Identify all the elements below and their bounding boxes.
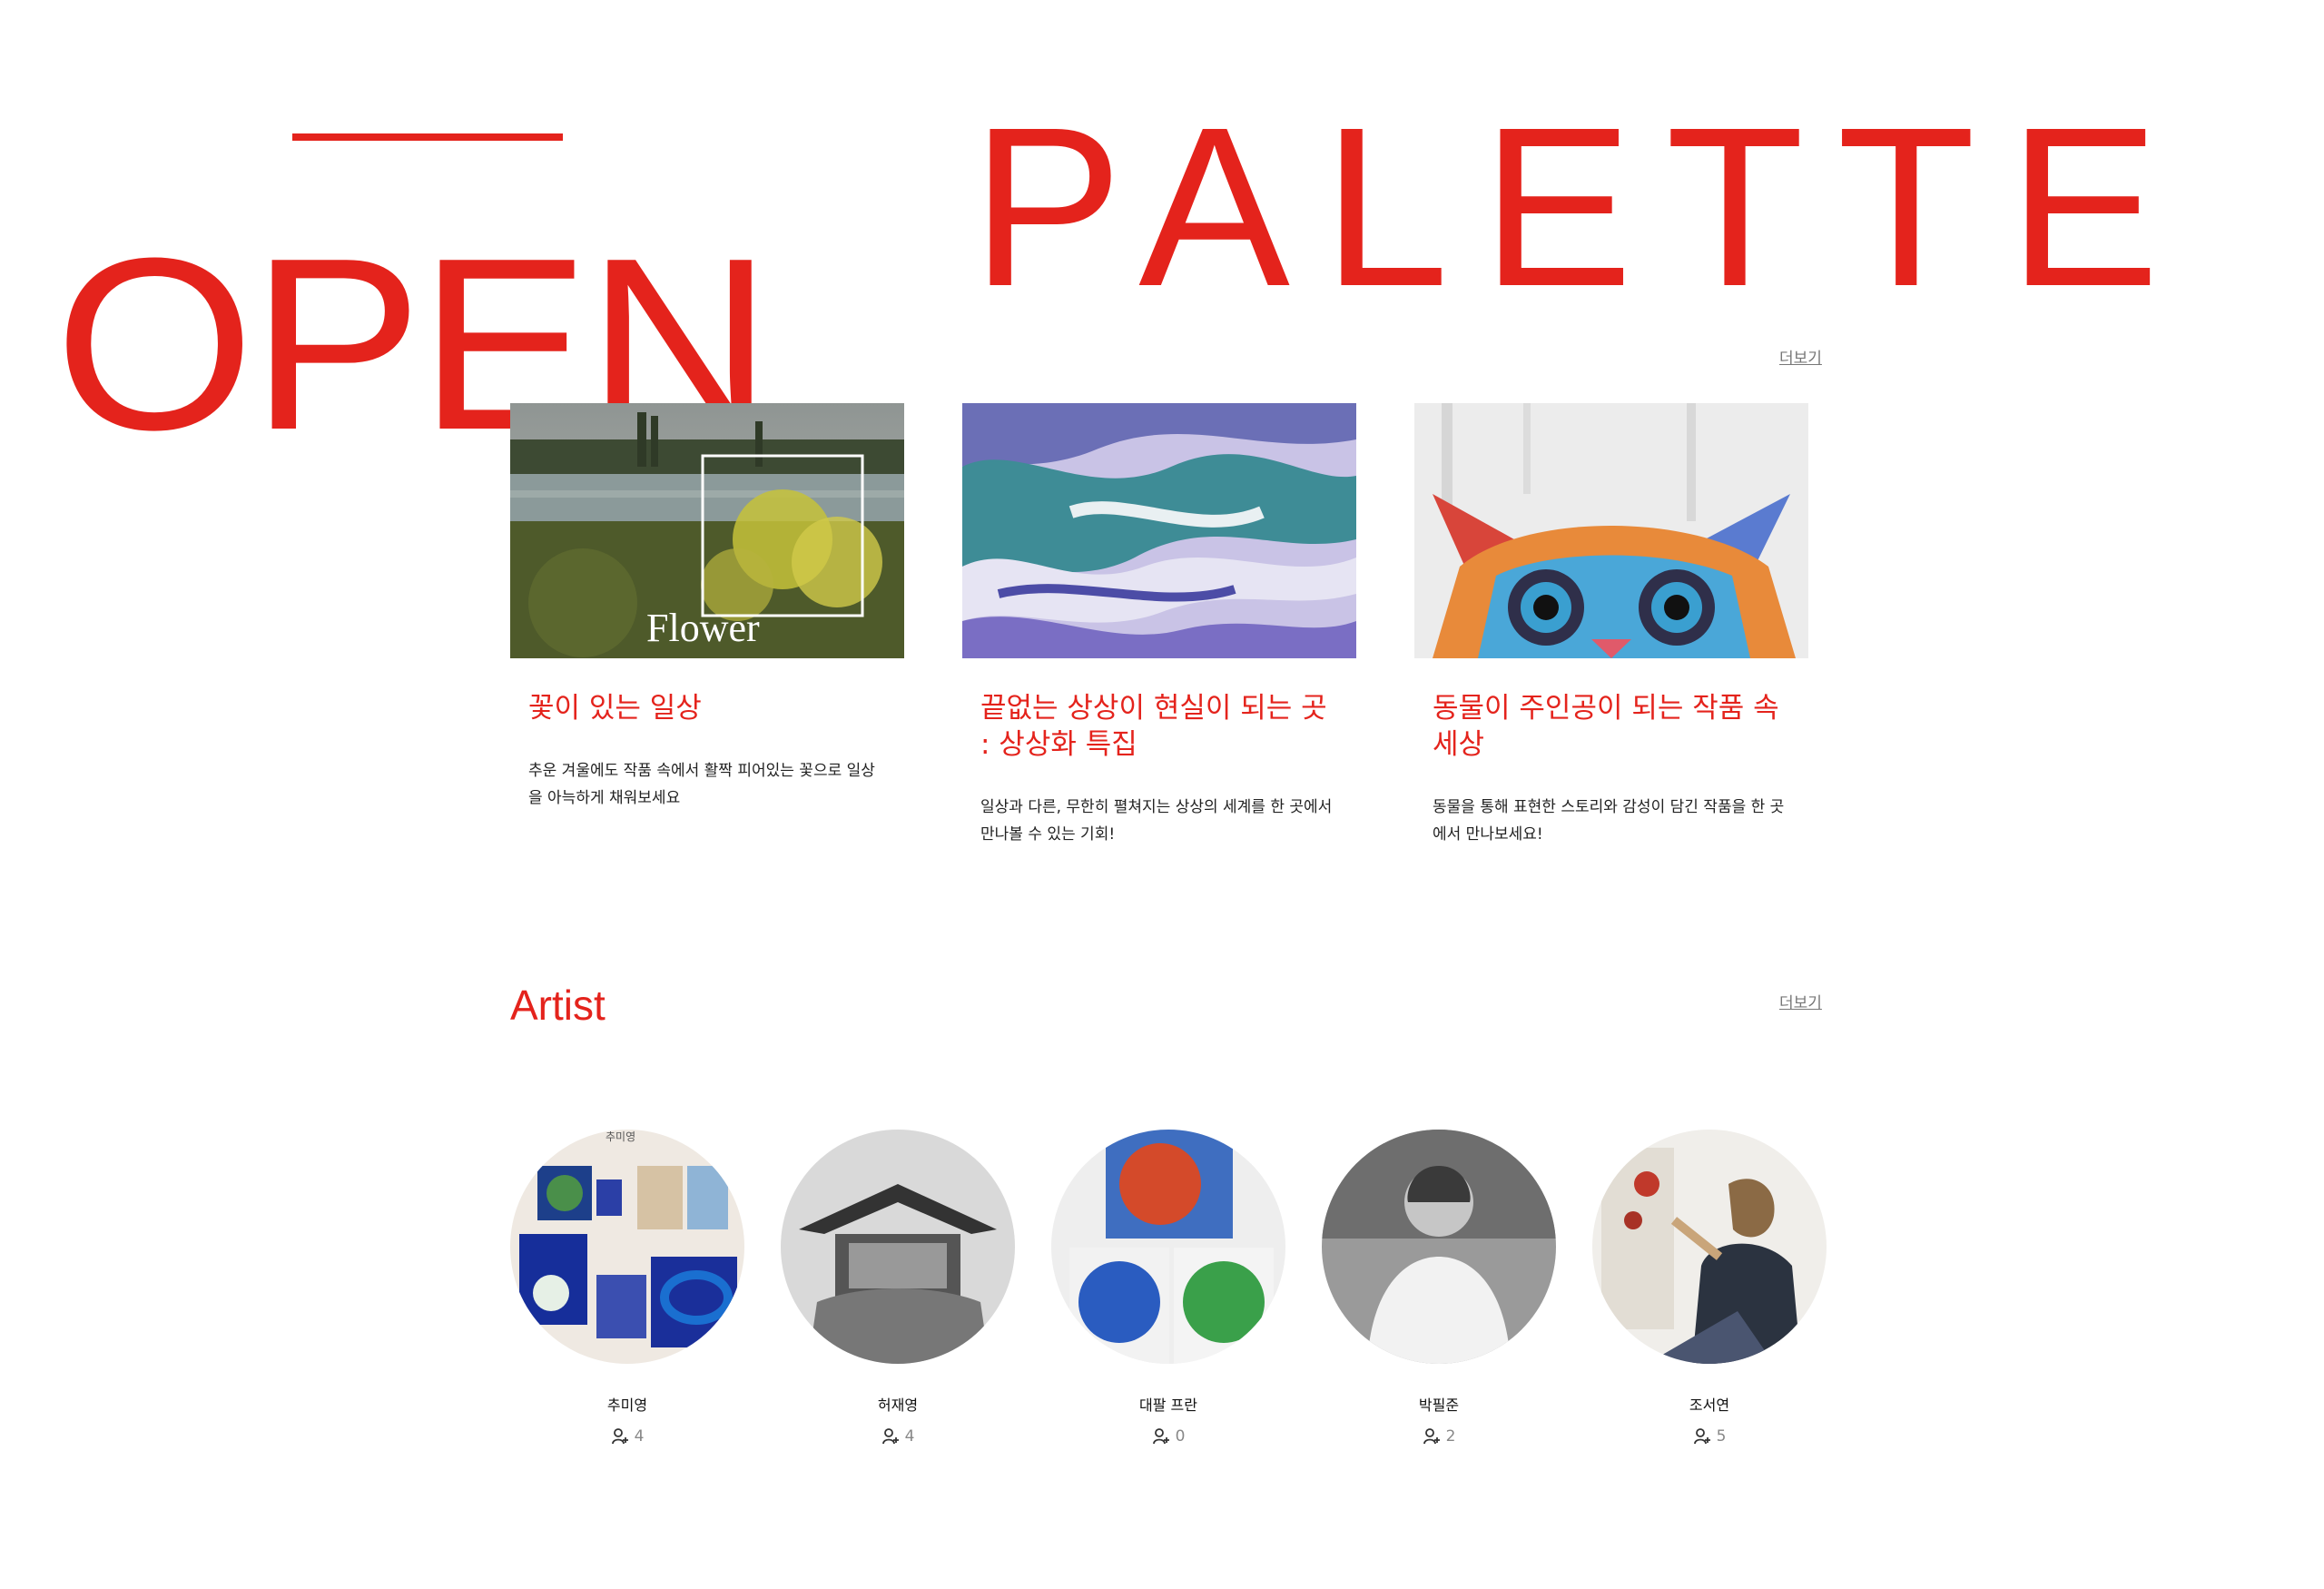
artist-name[interactable]: 허재영 [781, 1393, 1015, 1415]
person-plus-icon [611, 1428, 628, 1445]
artists-more-link[interactable]: 더보기 [1779, 990, 1822, 1012]
follower-count-value: 5 [1716, 1427, 1727, 1446]
follower-count-value: 2 [1445, 1427, 1456, 1446]
card-image-cat-painting[interactable] [1414, 403, 1808, 658]
artist-card[interactable]: 박필준 2 [1322, 1130, 1556, 1446]
artist-name[interactable]: 박필준 [1322, 1393, 1556, 1415]
person-plus-icon [1152, 1428, 1169, 1445]
follower-count[interactable]: 2 [1322, 1427, 1556, 1446]
artist-name[interactable]: 추미영 [510, 1393, 744, 1415]
follower-count[interactable]: 4 [510, 1427, 744, 1446]
avatar-photo-label: 추미영 [606, 1130, 635, 1143]
card-title[interactable]: 동물이 주인공이 되는 작품 속 세상 [1414, 690, 1808, 763]
artist-name[interactable]: 조서연 [1592, 1393, 1827, 1415]
card-title[interactable]: 꽃이 있는 일상 [510, 690, 904, 726]
follower-count[interactable]: 5 [1592, 1427, 1827, 1446]
card-description: 일상과 다른, 무한히 펼쳐지는 상상의 세계를 한 곳에서 만나볼 수 있는 … [980, 798, 1333, 844]
follower-count-value: 0 [1175, 1427, 1186, 1446]
card-title[interactable]: 끝없는 상상이 현실이 되는 곳 : 상상화 특집 [962, 690, 1356, 763]
hero-word-palette: PALETTE [971, 98, 2192, 316]
follower-count[interactable]: 4 [781, 1427, 1015, 1446]
artist-card[interactable]: 추미영 추미영 4 [510, 1130, 744, 1446]
exhibition-card[interactable]: Flower 꽃이 있는 일상 추운 겨울에도 작품 속에서 활짝 피어있는 꽃… [510, 403, 904, 807]
exhibition-card[interactable]: 동물이 주인공이 되는 작품 속 세상 동물을 통해 표현한 스토리와 감성이 … [1414, 403, 1808, 844]
card-image-text: Flower [646, 606, 760, 650]
follower-count[interactable]: 0 [1051, 1427, 1285, 1446]
card-image-flower[interactable]: Flower [510, 403, 904, 658]
artist-name[interactable]: 대팔 프란 [1051, 1393, 1285, 1415]
artist-avatar[interactable] [1322, 1130, 1556, 1364]
artist-avatar[interactable] [781, 1130, 1015, 1364]
person-plus-icon [1423, 1428, 1440, 1445]
card-image-fluid-art[interactable] [962, 403, 1356, 658]
exhibitions-more-link[interactable]: 더보기 [1779, 345, 1822, 368]
follower-count-value: 4 [634, 1427, 645, 1446]
artist-card[interactable]: 조서연 5 [1592, 1130, 1827, 1446]
follower-count-value: 4 [904, 1427, 915, 1446]
artist-avatar[interactable] [1051, 1130, 1285, 1364]
artist-card[interactable]: 허재영 4 [781, 1130, 1015, 1446]
hero-decor-line [292, 133, 563, 141]
artist-section-title: Artist [510, 982, 606, 1029]
card-description: 추운 겨울에도 작품 속에서 활짝 피어있는 꽃으로 일상을 아늑하게 채워보세… [528, 762, 875, 807]
artist-avatar[interactable]: 추미영 [510, 1130, 744, 1364]
exhibition-card[interactable]: 끝없는 상상이 현실이 되는 곳 : 상상화 특집 일상과 다른, 무한히 펼쳐… [962, 403, 1356, 844]
artist-card[interactable]: 대팔 프란 0 [1051, 1130, 1285, 1446]
card-description: 동물을 통해 표현한 스토리와 감성이 담긴 작품을 한 곳에서 만나보세요! [1433, 798, 1785, 844]
person-plus-icon [881, 1428, 899, 1445]
artist-avatar[interactable] [1592, 1130, 1827, 1364]
person-plus-icon [1693, 1428, 1710, 1445]
